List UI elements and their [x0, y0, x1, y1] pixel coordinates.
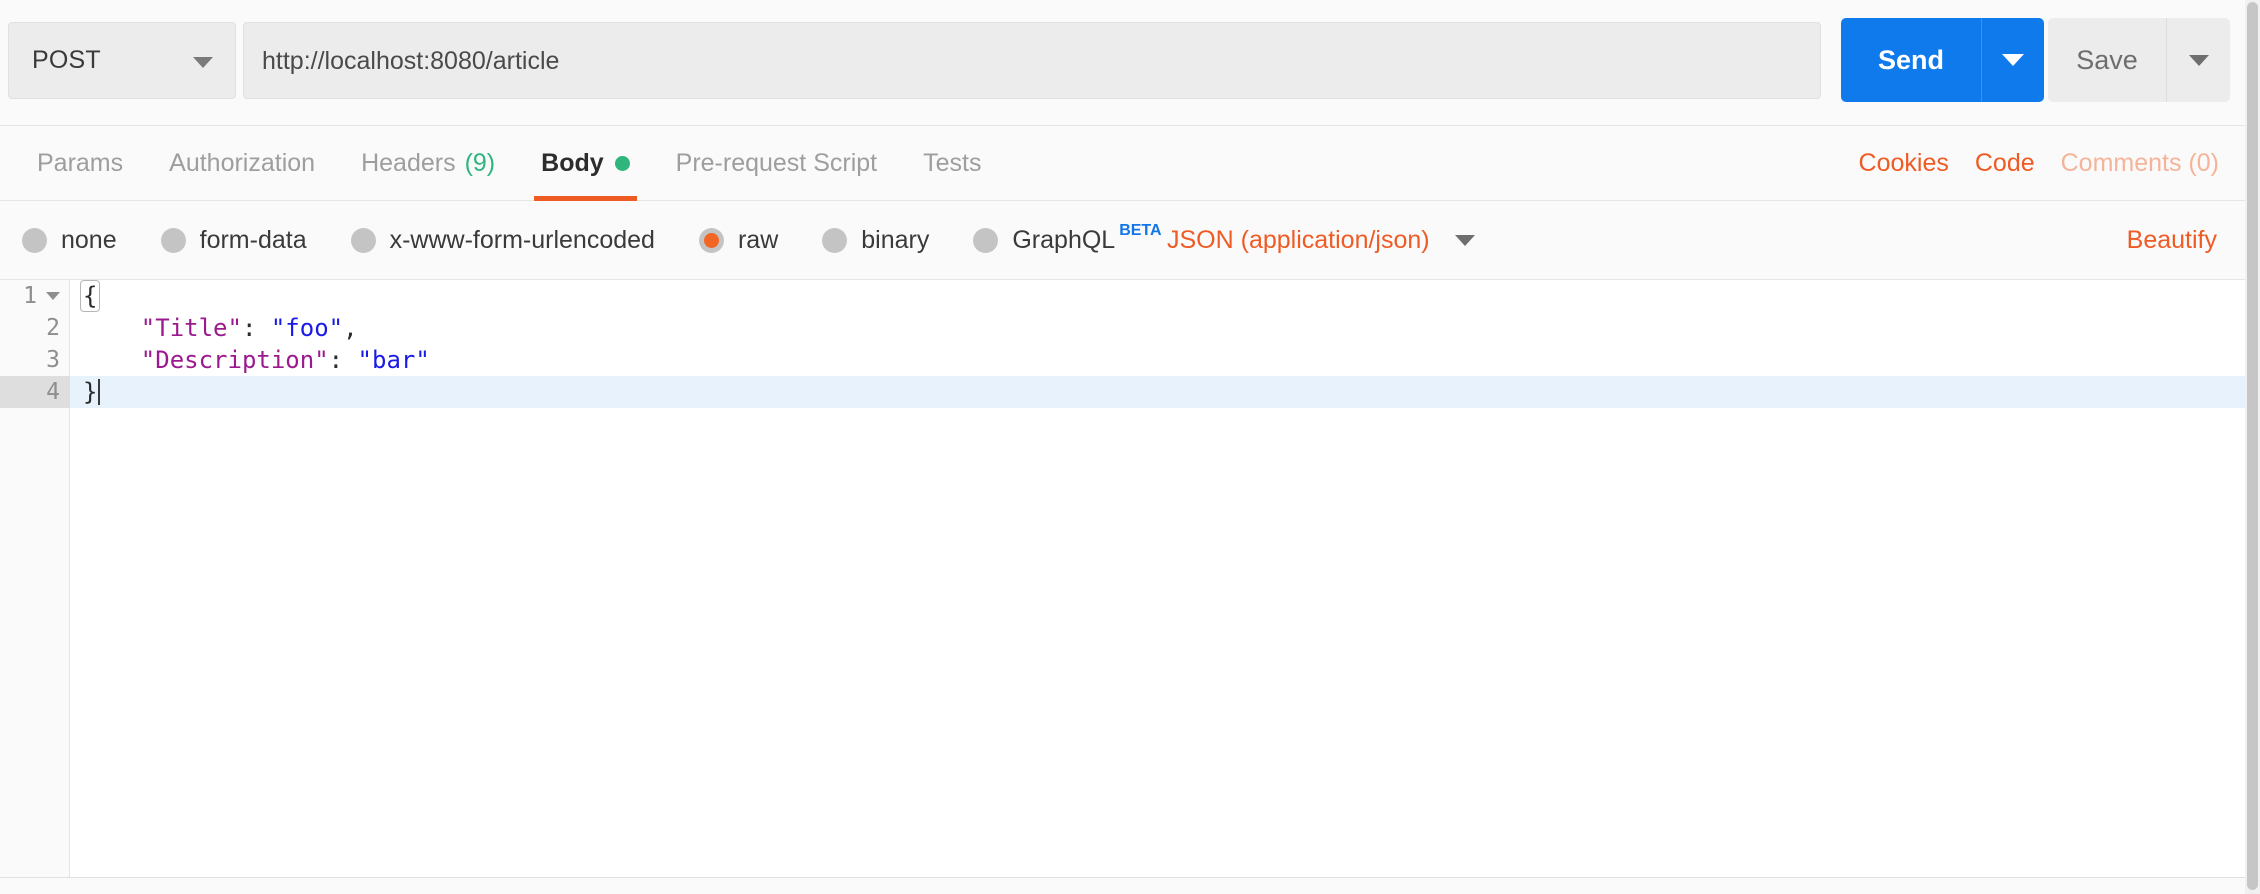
- code-line-active[interactable]: 4 }: [0, 376, 2245, 408]
- request-tabs-bar: Params Authorization Headers (9) Body Pr…: [0, 126, 2245, 201]
- code-line[interactable]: 2 "Title": "foo",: [0, 312, 2245, 344]
- code-token-punct: }: [83, 378, 98, 406]
- radio-label: form-data: [199, 226, 307, 254]
- line-number: 3: [0, 344, 70, 376]
- request-body-editor[interactable]: 1 { 2 "Title": "foo", 3 "Description": "…: [0, 280, 2245, 877]
- body-type-urlencoded[interactable]: x-www-form-urlencoded: [350, 226, 655, 255]
- comments-link[interactable]: Comments (0): [2061, 149, 2219, 178]
- beautify-button[interactable]: Beautify: [2127, 201, 2217, 280]
- code-token-string: "bar": [357, 346, 430, 374]
- tab-label: Pre-request Script: [675, 149, 878, 177]
- request-url-value: http://localhost:8080/article: [262, 47, 560, 75]
- request-tab-actions: Cookies Code Comments (0): [1833, 126, 2219, 201]
- radio-icon: [22, 228, 47, 253]
- cookies-link[interactable]: Cookies: [1859, 149, 1949, 178]
- request-url-bar: POST http://localhost:8080/article Send …: [0, 0, 2245, 126]
- tab-body[interactable]: Body: [518, 126, 653, 201]
- code-token-punct: :: [241, 314, 271, 342]
- content-type-value: JSON (application/json): [1167, 226, 1430, 254]
- line-code: }: [70, 376, 101, 408]
- code-token-key: "Title": [140, 314, 242, 342]
- code-token: {: [80, 280, 101, 312]
- save-options-button[interactable]: [2166, 18, 2230, 102]
- line-number: 1: [0, 280, 70, 312]
- editor-code-lines: 1 { 2 "Title": "foo", 3 "Description": "…: [0, 280, 2245, 408]
- radio-label: none: [61, 226, 117, 254]
- code-token-punct: ,: [343, 314, 358, 342]
- body-type-graphql[interactable]: GraphQL BETA: [973, 222, 1162, 255]
- chevron-down-icon: [2188, 54, 2209, 66]
- chevron-down-icon: [193, 57, 213, 68]
- radio-icon: [350, 228, 376, 253]
- body-type-none[interactable]: none: [22, 226, 117, 255]
- tab-pre-request-script[interactable]: Pre-request Script: [653, 126, 900, 201]
- tab-headers[interactable]: Headers (9): [338, 126, 518, 201]
- vertical-scrollbar-thumb[interactable]: [2247, 2, 2258, 890]
- code-line[interactable]: 3 "Description": "bar": [0, 344, 2245, 376]
- request-tabs: Params Authorization Headers (9) Body Pr…: [14, 126, 1004, 201]
- line-code: "Title": "foo",: [70, 312, 358, 344]
- radio-label: GraphQL: [1012, 226, 1116, 254]
- fold-toggle-icon[interactable]: [46, 292, 60, 300]
- radio-icon: [160, 228, 186, 253]
- line-code: {: [70, 280, 101, 312]
- radio-icon: [822, 228, 848, 253]
- tab-authorization[interactable]: Authorization: [146, 126, 338, 201]
- radio-label: x-www-form-urlencoded: [389, 226, 655, 254]
- radio-label: raw: [737, 226, 779, 254]
- body-type-radio-group: none form-data x-www-form-urlencoded raw…: [22, 201, 1206, 280]
- line-number-value: 3: [46, 347, 60, 373]
- headers-count-badge: (9): [464, 149, 496, 177]
- body-present-dot-icon: [614, 156, 630, 171]
- footer-strip: [0, 878, 2245, 894]
- line-code: "Description": "bar": [70, 344, 430, 376]
- http-method-select[interactable]: POST: [8, 22, 236, 99]
- body-type-bar: none form-data x-www-form-urlencoded raw…: [0, 201, 2245, 280]
- code-token-key: "Description": [140, 346, 329, 374]
- save-button[interactable]: Save: [2048, 18, 2166, 102]
- postman-request-builder: POST http://localhost:8080/article Send …: [0, 0, 2245, 894]
- request-url-input[interactable]: http://localhost:8080/article: [243, 22, 1821, 99]
- tab-label: Params: [37, 149, 124, 177]
- send-options-button[interactable]: [1981, 18, 2044, 102]
- vertical-scrollbar[interactable]: [2245, 0, 2260, 894]
- tab-tests[interactable]: Tests: [900, 126, 1004, 201]
- body-type-binary[interactable]: binary: [822, 226, 929, 255]
- radio-selected-icon: [698, 228, 724, 253]
- code-line[interactable]: 1 {: [0, 280, 2245, 312]
- chevron-down-icon: [2002, 54, 2024, 66]
- body-type-raw[interactable]: raw: [698, 226, 779, 255]
- code-link[interactable]: Code: [1975, 149, 2035, 178]
- chevron-down-icon: [1454, 235, 1475, 246]
- tab-label: Body: [541, 149, 604, 177]
- tab-label: Tests: [923, 149, 982, 177]
- line-number-value: 2: [46, 315, 60, 341]
- radio-icon: [973, 228, 999, 253]
- radio-label: binary: [861, 226, 930, 254]
- line-number: 4: [0, 376, 70, 408]
- body-type-form-data[interactable]: form-data: [160, 226, 307, 255]
- send-button-group: Send: [1841, 18, 2044, 102]
- tab-params[interactable]: Params: [14, 126, 146, 201]
- text-cursor: [98, 379, 101, 405]
- line-number-value: 4: [46, 379, 60, 405]
- http-method-value: POST: [32, 46, 101, 74]
- code-token-punct: :: [328, 346, 358, 374]
- save-button-group: Save: [2048, 18, 2230, 102]
- line-number: 2: [0, 312, 70, 344]
- line-number-value: 1: [23, 283, 37, 309]
- tab-label: Authorization: [169, 149, 316, 177]
- beta-badge: BETA: [1119, 221, 1162, 239]
- code-token-string: "foo": [270, 314, 344, 342]
- send-button[interactable]: Send: [1841, 18, 1981, 102]
- content-type-select[interactable]: JSON (application/json): [1167, 201, 1475, 280]
- tab-label: Headers: [361, 149, 456, 177]
